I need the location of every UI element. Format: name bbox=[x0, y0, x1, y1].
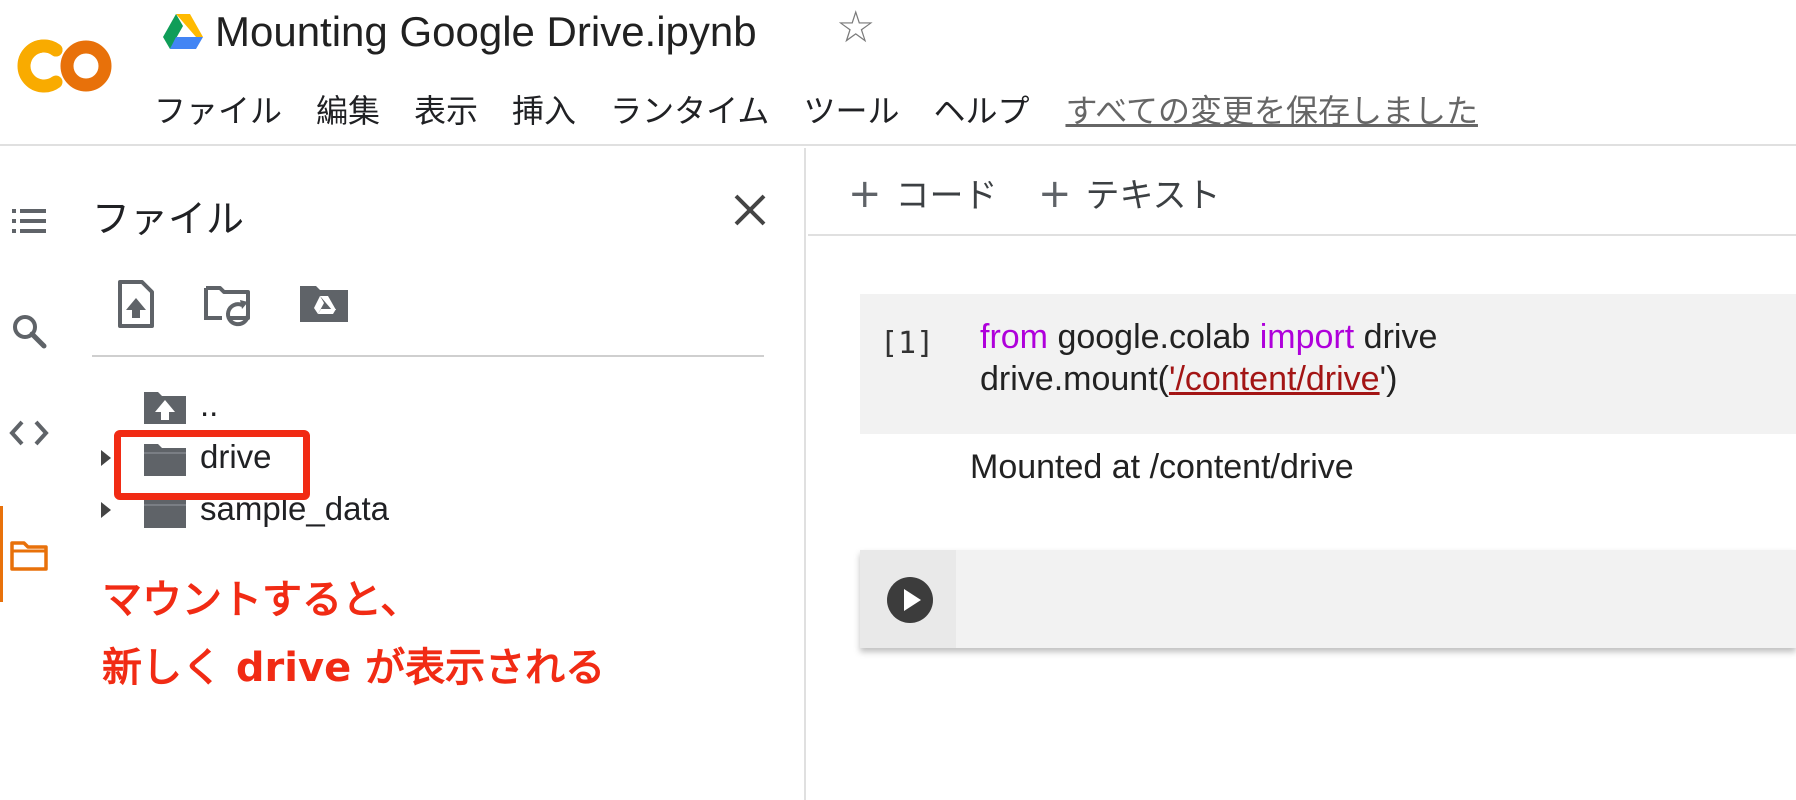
menu-insert[interactable]: 挿入 bbox=[512, 86, 576, 132]
search-icon[interactable] bbox=[8, 310, 50, 352]
notebook-toolbar: + コード + テキスト bbox=[808, 148, 1796, 236]
run-gutter bbox=[860, 550, 956, 648]
code-keyword: from bbox=[980, 318, 1048, 356]
folder-up-icon bbox=[144, 392, 186, 424]
annotation-text: マウントすると、 新しく drive が表示される bbox=[102, 566, 605, 702]
close-icon[interactable] bbox=[728, 188, 772, 232]
menu-file[interactable]: ファイル bbox=[154, 86, 282, 132]
code-name: drive bbox=[1363, 318, 1438, 356]
cell-output: Mounted at /content/drive bbox=[970, 448, 1354, 486]
code-line[interactable]: drive.mount('/content/drive') bbox=[980, 360, 1397, 399]
add-code-label: コード bbox=[895, 176, 998, 216]
menu-bar: ファイル 編集 表示 挿入 ランタイム ツール ヘルプ すべての変更を保存しまし… bbox=[154, 84, 1478, 134]
execution-count: [1] bbox=[880, 326, 935, 361]
annotation-line: 新しく drive が表示される bbox=[102, 645, 606, 691]
add-text-button[interactable]: + テキスト bbox=[1038, 168, 1221, 217]
plus-icon: + bbox=[848, 171, 882, 217]
panel-divider bbox=[92, 355, 764, 357]
tree-item-parent[interactable]: .. bbox=[92, 380, 692, 432]
add-code-button[interactable]: + コード bbox=[848, 168, 998, 217]
code-module: google.colab bbox=[1057, 318, 1251, 356]
menu-tools[interactable]: ツール bbox=[803, 86, 899, 132]
save-status-link[interactable]: すべての変更を保存しました bbox=[1065, 86, 1477, 132]
menu-runtime[interactable]: ランタイム bbox=[610, 86, 769, 132]
add-text-label: テキスト bbox=[1085, 176, 1221, 216]
app-header: Mounting Google Drive.ipynb ☆ ファイル 編集 表示… bbox=[0, 0, 1796, 146]
annotation-line: マウントすると、 bbox=[102, 577, 421, 623]
notebook-area: + コード + テキスト [1] from google.colab import … bbox=[808, 148, 1796, 800]
refresh-folder-icon[interactable] bbox=[202, 278, 254, 330]
rail-active-indicator bbox=[0, 506, 3, 602]
menu-view[interactable]: 表示 bbox=[414, 86, 478, 132]
code-keyword: import bbox=[1259, 318, 1355, 356]
tree-item-label: .. bbox=[200, 386, 219, 423]
files-panel-title: ファイル bbox=[92, 197, 245, 241]
expand-arrow-icon[interactable] bbox=[98, 500, 114, 520]
files-panel: ファイル .. drive sample_data マウントすると、 新しく d… bbox=[70, 148, 806, 800]
empty-code-cell[interactable] bbox=[860, 550, 1796, 648]
table-of-contents-icon[interactable] bbox=[8, 200, 50, 242]
code-call-close: ') bbox=[1379, 360, 1398, 398]
google-drive-icon bbox=[163, 14, 203, 49]
plus-icon: + bbox=[1038, 171, 1072, 217]
code-cell[interactable]: [1] from google.colab import drive drive… bbox=[860, 294, 1796, 434]
run-cell-icon[interactable] bbox=[886, 576, 934, 624]
left-rail bbox=[0, 148, 70, 800]
menu-help[interactable]: ヘルプ bbox=[933, 86, 1029, 132]
code-call: drive.mount( bbox=[980, 360, 1169, 398]
upload-icon[interactable] bbox=[110, 278, 162, 330]
code-line[interactable]: from google.colab import drive bbox=[980, 318, 1437, 357]
colab-logo-icon[interactable] bbox=[14, 36, 118, 96]
star-icon[interactable]: ☆ bbox=[836, 6, 875, 50]
code-string: /content/drive bbox=[1175, 360, 1380, 398]
mount-drive-icon[interactable] bbox=[298, 278, 350, 330]
files-icon[interactable] bbox=[8, 534, 50, 576]
menu-edit[interactable]: 編集 bbox=[316, 86, 380, 132]
expand-arrow-icon[interactable] bbox=[98, 448, 114, 468]
code-snippets-icon[interactable] bbox=[8, 412, 50, 454]
notebook-title[interactable]: Mounting Google Drive.ipynb bbox=[215, 8, 757, 56]
drive-highlight-box bbox=[114, 430, 310, 500]
